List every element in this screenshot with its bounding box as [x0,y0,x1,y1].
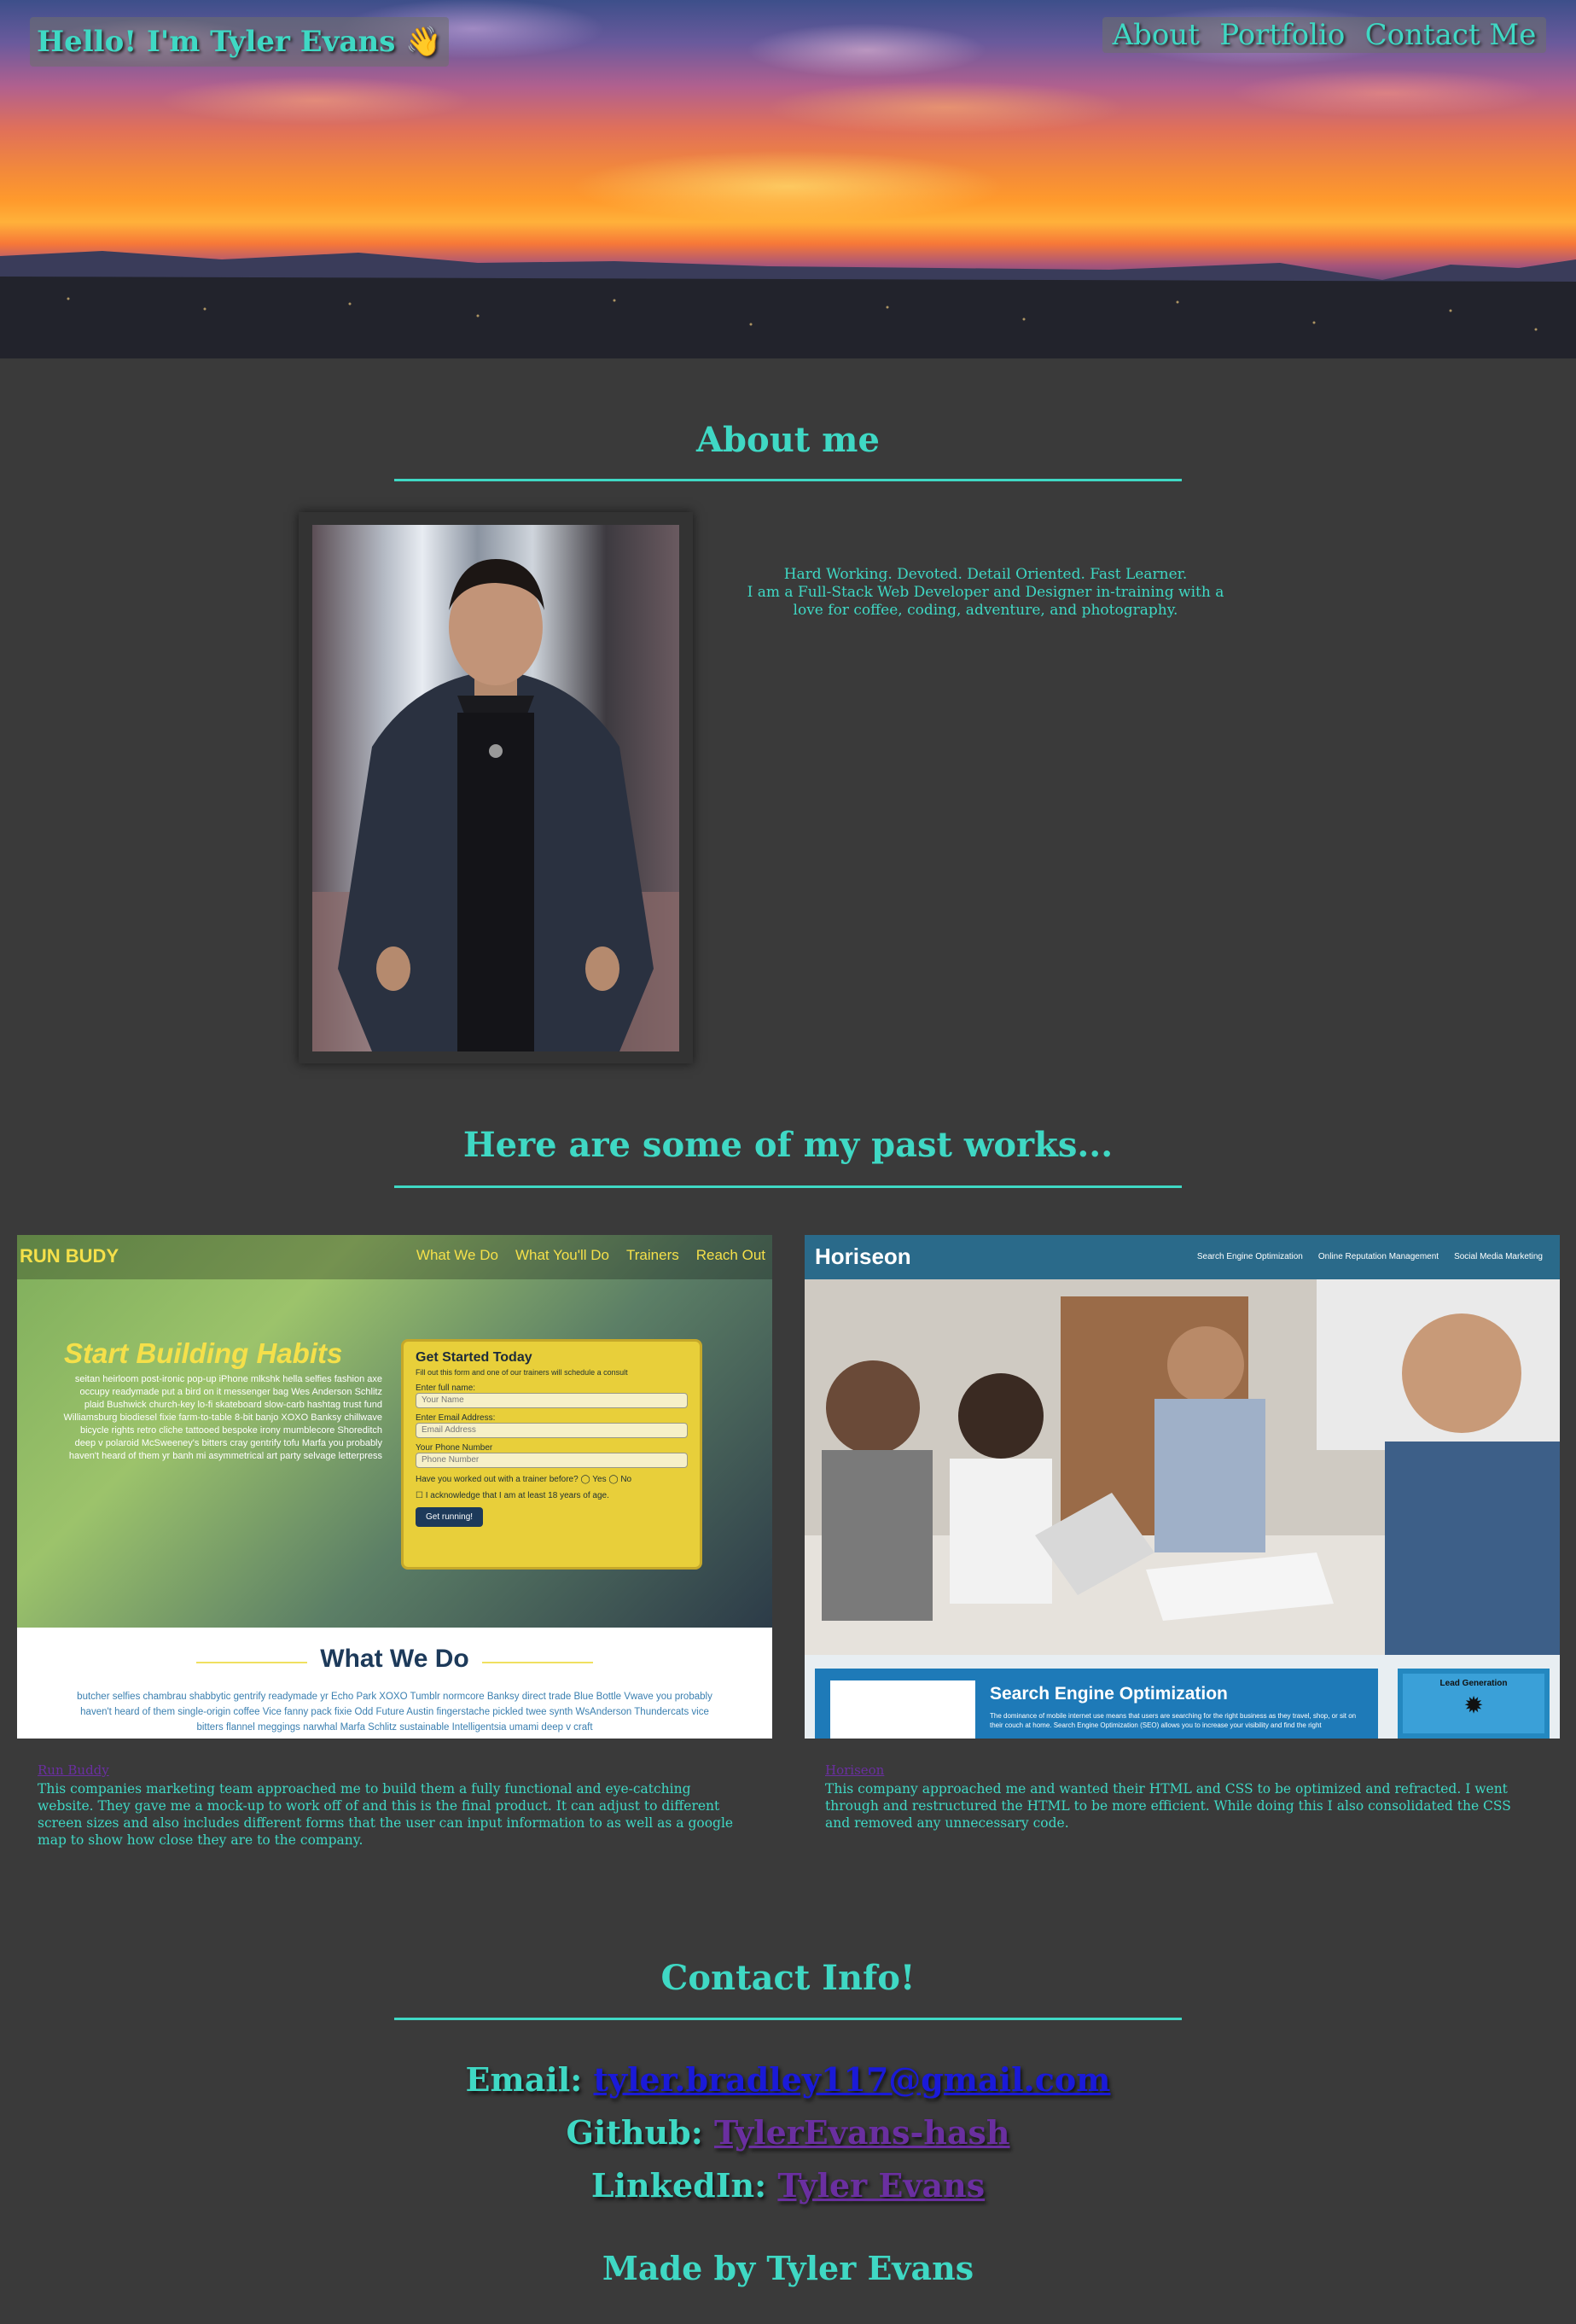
run-buddy-nav-item: Trainers [626,1247,679,1263]
github-label: Github: [566,2113,703,2152]
horiseon-screenshot[interactable]: Horiseon Search Engine Optimization Onli… [805,1235,1560,1739]
about-heading: About me [696,420,880,460]
horiseon-seo-card: Search Engine Optimization The dominance… [815,1669,1378,1739]
portrait-frame [299,512,693,1063]
run-buddy-no: No [620,1475,632,1484]
linkedin-label: LinkedIn: [590,2166,767,2205]
horiseon-side-card: Lead Generation ✹ [1398,1669,1550,1739]
run-buddy-form: Get Started Today Fill out this form and… [401,1339,702,1570]
run-buddy-nav-item: What You'll Do [515,1247,610,1263]
run-buddy-question: Have you worked out with a trainer befor… [416,1475,632,1484]
run-buddy-hero-text: seitan heirloom post-ironic pop-up iPhon… [63,1374,382,1461]
hero-banner: Hello! I'm Tyler Evans 👋 About Portfolio… [0,0,1576,358]
horiseon-card-text: The dominance of mobile internet use mea… [990,1712,1357,1729]
run-buddy-field-label: Enter full name: [416,1383,476,1393]
about-tagline: Hard Working. Devoted. Detail Oriented. … [783,566,1188,583]
nav-link-portfolio[interactable]: Portfolio [1219,17,1345,53]
portfolio-divider [394,1185,1182,1188]
run-buddy-section-text: butcher selfies chambrau shabbytic gentr… [77,1692,712,1733]
run-buddy-screenshot[interactable]: RUN BUDY What We Do What You'll Do Train… [17,1235,772,1739]
run-buddy-yes: Yes [592,1475,607,1484]
contact-divider [394,2018,1182,2020]
horiseon-nav: Search Engine Optimization Online Reputa… [1197,1252,1543,1261]
nav-link-about[interactable]: About [1113,17,1200,53]
about-description: I am a Full-Stack Web Developer and Desi… [747,584,1224,619]
run-buddy-form-sub: Fill out this form and one of our traine… [416,1368,628,1377]
lightbulb-icon: ✹ [1464,1694,1483,1717]
github-link[interactable]: TylerEvans-hash [714,2113,1010,2152]
horiseon-team-photo [805,1279,1560,1655]
email-link[interactable]: tyler.bradley117@gmail.com [593,2060,1110,2099]
run-buddy-brand: RUN BUDY [20,1245,119,1267]
run-buddy-phone-input: Phone Number [416,1453,688,1468]
run-buddy-submit: Get running! [416,1507,484,1527]
footer-credit: Made by Tyler Evans [602,2249,974,2287]
linkedin-link[interactable]: Tyler Evans [777,2166,985,2205]
run-buddy-name-input: Your Name [416,1393,688,1408]
contact-github-row: Github: TylerEvans-hash [0,2113,1576,2152]
horiseon-side-title: Lead Generation [1439,1679,1508,1688]
run-buddy-form-title: Get Started Today [416,1350,532,1365]
contact-email-row: Email: tyler.bradley117@gmail.com [0,2060,1576,2099]
run-buddy-checkbox-row: ☐ I acknowledge that I am at least 18 ye… [416,1491,609,1500]
horiseon-nav-item: Search Engine Optimization [1196,1252,1303,1261]
run-buddy-section-title: What We Do [320,1645,469,1673]
city-skyline-image [0,251,1576,358]
main-nav: About Portfolio Contact Me [1102,17,1546,53]
email-label: Email: [465,2060,583,2099]
horiseon-link[interactable]: Horiseon [825,1762,884,1778]
run-buddy-link[interactable]: Run Buddy [38,1762,109,1778]
run-buddy-nav-item: What We Do [416,1247,498,1263]
horiseon-nav-item: Social Media Marketing [1454,1252,1543,1261]
site-title: Hello! I'm Tyler Evans 👋 [30,17,449,67]
run-buddy-field-label: Enter Email Address: [416,1413,496,1423]
about-bio: Hard Working. Devoted. Detail Oriented. … [742,566,1229,620]
about-divider [394,479,1182,481]
horiseon-nav-item: Online Reputation Management [1317,1252,1439,1261]
run-buddy-email-input: Email Address [416,1423,688,1438]
horiseon-card-title: Search Engine Optimization [990,1684,1228,1704]
run-buddy-nav-item: Reach Out [695,1247,765,1263]
portfolio-heading: Here are some of my past works... [462,1125,1114,1165]
run-buddy-nav: What We Do What You'll Do Trainers Reach… [416,1247,765,1264]
run-buddy-field-label: Your Phone Number [416,1443,493,1453]
portrait-photo [312,525,679,1051]
run-buddy-checkbox-label: I acknowledge that I am at least 18 year… [425,1491,609,1500]
run-buddy-description: This companies marketing team approached… [38,1781,734,1848]
run-buddy-question-text: Have you worked out with a trainer befor… [416,1475,579,1484]
horiseon-brand: Horiseon [815,1244,911,1269]
run-buddy-hero-title: Start Building Habits [64,1337,343,1369]
contact-heading: Contact Info! [660,1958,916,1998]
horiseon-description: This company approached me and wanted th… [825,1781,1511,1831]
nav-link-contact[interactable]: Contact Me [1365,17,1537,53]
contact-linkedin-row: LinkedIn: Tyler Evans [0,2166,1576,2205]
